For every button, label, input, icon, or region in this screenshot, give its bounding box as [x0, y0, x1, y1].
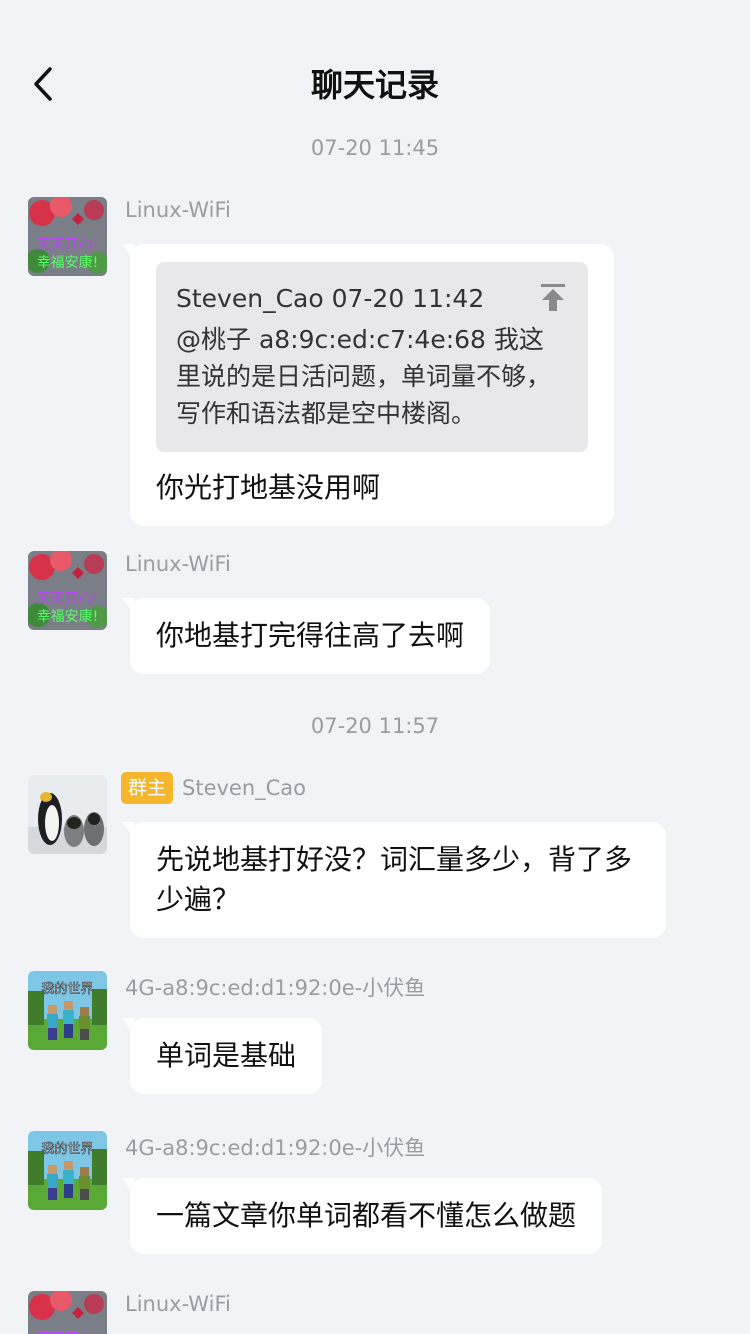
quoted-message[interactable]: Steven_Cao 07-20 11:42 @桃子 a8:9c:ed:c7:4…	[156, 262, 588, 452]
svg-text:天天开心!: 天天开心!	[37, 237, 99, 253]
message-bubble[interactable]: 你地基打完得往高了去啊	[121, 598, 491, 674]
message-bubble[interactable]: 先说地基打好没？词汇量多少，背了多少遍？	[122, 822, 666, 938]
sender-name: Linux-WiFi	[125, 1292, 231, 1316]
timestamp: 07-20 11:57	[310, 714, 440, 738]
sender-name: Linux-WiFi	[125, 552, 231, 576]
avatar-flowers[interactable]: 天天开心! 幸福安康!	[28, 1291, 107, 1334]
message-bubble[interactable]: 一篇文章你单词都看不懂怎么做题	[121, 1178, 603, 1254]
quote-header: Steven_Cao 07-20 11:42	[176, 284, 485, 313]
timestamp: 07-20 11:45	[310, 136, 440, 160]
avatar-flowers[interactable]: 天天开心! 幸福安康!	[28, 551, 107, 630]
sender-name: Steven_Cao	[182, 776, 307, 800]
message-bubble[interactable]: Steven_Cao 07-20 11:42 @桃子 a8:9c:ed:c7:4…	[122, 244, 614, 526]
svg-text:天天开心!: 天天开心!	[37, 591, 99, 607]
svg-text:我的世界: 我的世界	[41, 1141, 93, 1157]
message-text: 单词是基础	[156, 1039, 297, 1072]
page-title: 聊天记录	[310, 66, 439, 104]
sender-name: 4G-a8:9c:ed:d1:92:0e-小伏鱼	[125, 1136, 426, 1160]
avatar-minecraft[interactable]: 我的世界	[28, 1131, 107, 1210]
svg-text:幸福安康!: 幸福安康!	[37, 254, 99, 271]
nav-header: 聊天记录	[0, 40, 750, 128]
message-text: 你光打地基没用啊	[156, 471, 381, 504]
message-text: 一篇文章你单词都看不懂怎么做题	[156, 1199, 577, 1232]
svg-text:我的世界: 我的世界	[41, 981, 93, 997]
message-text: 你地基打完得往高了去啊	[156, 619, 465, 652]
group-owner-badge: 群主	[121, 772, 173, 804]
avatar-minecraft[interactable]: 我的世界	[28, 971, 107, 1050]
avatar-flowers[interactable]: 天天开心! 幸福安康!	[28, 197, 107, 276]
sender-name: Linux-WiFi	[125, 198, 231, 222]
jump-to-top-icon[interactable]	[538, 282, 568, 312]
quote-text: @桃子 a8:9c:ed:c7:4e:68 我这里说的是日活问题，单词量不够，写…	[176, 325, 552, 428]
message-text: 先说地基打好没？词汇量多少，背了多少遍？	[156, 843, 633, 916]
avatar-penguins[interactable]	[28, 775, 107, 854]
svg-text:幸福安康!: 幸福安康!	[37, 608, 99, 625]
sender-name: 4G-a8:9c:ed:d1:92:0e-小伏鱼	[125, 976, 426, 1000]
message-bubble[interactable]: 单词是基础	[121, 1018, 323, 1094]
